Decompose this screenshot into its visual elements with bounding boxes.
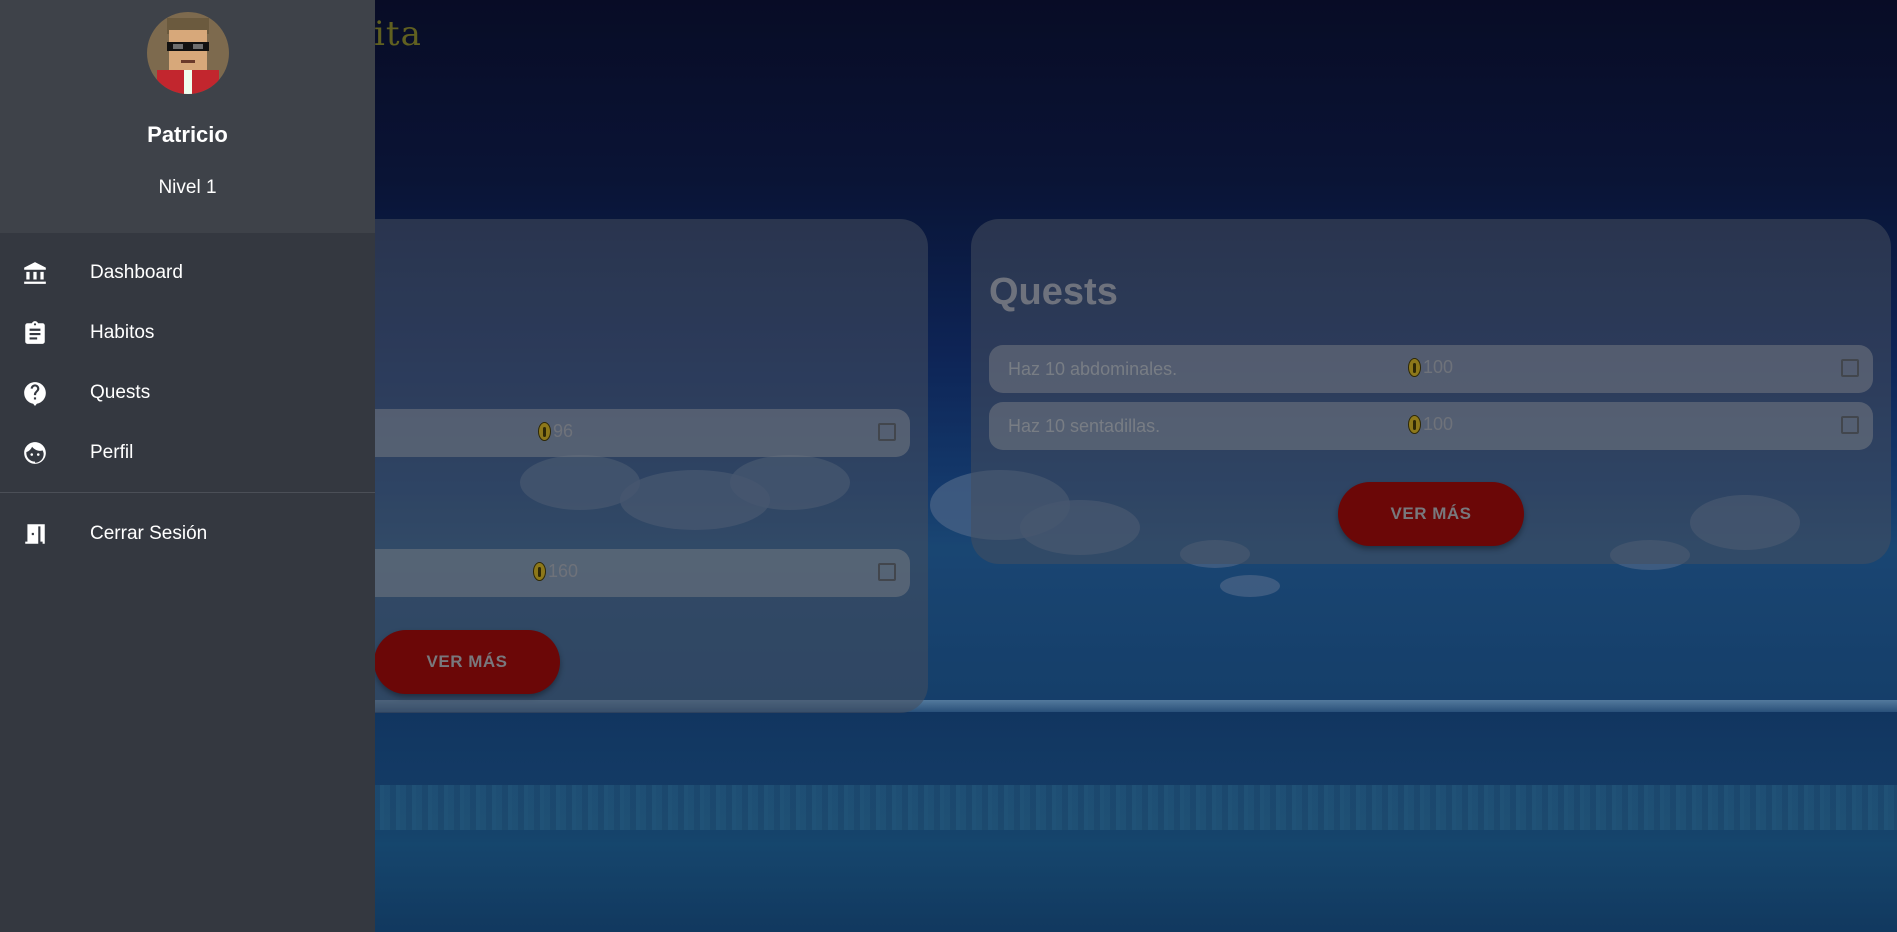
nav-item-perfil[interactable]: Perfil [0, 425, 375, 481]
nav-label: Habitos [90, 322, 155, 343]
user-level: Nivel 1 [158, 177, 217, 198]
user-header: Patricio Nivel 1 [0, 0, 375, 233]
nav-label: Perfil [90, 442, 134, 463]
nav-label: Cerrar Sesión [90, 523, 208, 544]
nav-label: Quests [90, 382, 151, 403]
nav-divider [0, 492, 375, 493]
nav-item-quests[interactable]: Quests [0, 365, 375, 421]
exit-door-icon [22, 521, 48, 547]
nav-item-logout[interactable]: Cerrar Sesión [0, 506, 375, 562]
nav-item-habitos[interactable]: Habitos [0, 305, 375, 361]
avatar[interactable] [147, 12, 229, 94]
question-icon [22, 380, 48, 406]
face-icon [22, 440, 48, 466]
clipboard-icon [22, 320, 48, 346]
side-drawer: Patricio Nivel 1 Dashboard Habitos Quest… [0, 0, 375, 932]
sunglasses [167, 42, 209, 51]
user-name: Patricio [147, 122, 228, 147]
nav-label: Dashboard [90, 262, 183, 283]
nav-item-dashboard[interactable]: Dashboard [0, 245, 375, 301]
bank-icon [22, 260, 48, 286]
